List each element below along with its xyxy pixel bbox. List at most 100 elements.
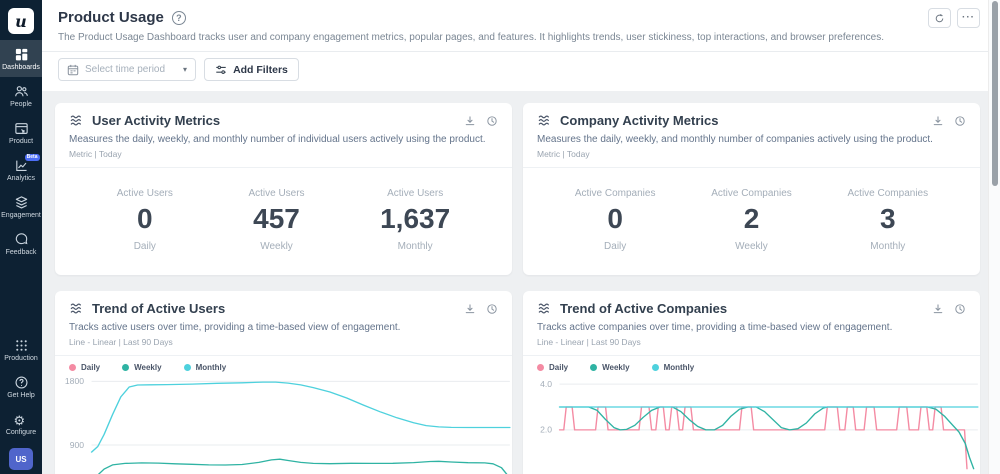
legend-item-monthly[interactable]: Monthly [652,363,695,372]
sidebar-item-label: Analytics [7,175,35,182]
legend-item-weekly[interactable]: Weekly [590,363,629,372]
report-waves-icon [537,301,552,316]
download-icon[interactable] [464,115,476,127]
app-root: u Dashboards People Product Beta Anal [0,0,1000,474]
card-title: Company Activity Metrics [560,113,718,128]
sidebar-item-people[interactable]: People [0,77,42,114]
time-period-placeholder: Select time period [85,64,165,75]
card-meta: Line - Linear | Last 90 Days [69,337,498,355]
sidebar-item-dashboards[interactable]: Dashboards [0,40,42,77]
userpilot-logo[interactable]: u [8,8,34,34]
sidebar-item-analytics[interactable]: Beta Analytics [0,151,42,188]
metric-label: Active Companies [848,188,929,199]
metrics-row: Active Companies 0 Daily Active Companie… [523,168,980,262]
sidebar-item-label: People [10,101,32,108]
metric-value: 457 [248,204,304,235]
analytics-icon: Beta [14,158,29,173]
ellipsis-icon: ··· [962,13,975,23]
svg-text:4.0: 4.0 [540,379,552,389]
metric-weekly: Active Users 457 Weekly [248,188,304,252]
svg-text:2.0: 2.0 [540,425,552,435]
download-icon[interactable] [932,303,944,315]
sidebar-item-label: Engagement [1,212,41,219]
card-meta: Metric | Today [537,149,966,167]
legend-label: Monthly [664,363,695,372]
legend-item-daily[interactable]: Daily [537,363,568,372]
sidebar-item-label: Configure [6,429,36,436]
card-description: Measures the daily, weekly, and monthly … [69,134,498,145]
metric-period: Monthly [380,241,450,252]
page-header: Product Usage ? The Product Usage Dashbo… [42,0,1000,52]
sidebar-item-label: Feedback [6,249,37,256]
refresh-icon [934,13,945,24]
sidebar-item-production[interactable]: Production [0,331,42,368]
header-actions: ··· [928,8,980,28]
line-chart-active-companies[interactable]: 4.0 2.0 [523,375,980,474]
time-period-select[interactable]: Select time period ▾ [58,58,196,81]
history-clock-icon[interactable] [954,115,966,127]
refresh-button[interactable] [928,8,951,28]
metric-daily: Active Users 0 Daily [117,188,173,252]
line-chart-active-users[interactable]: 1800900 [55,375,512,474]
sidebar-item-product[interactable]: Product [0,114,42,151]
svg-text:1800: 1800 [65,376,85,386]
metric-period: Weekly [711,241,792,252]
engagement-layers-icon [14,195,29,210]
legend-label: Monthly [196,363,227,372]
calendar-icon [67,64,79,76]
sidebar-bottom: Production Get Help ⚙ Configure US [0,331,42,474]
sidebar-item-feedback[interactable]: Feedback [0,225,42,262]
metric-monthly: Active Companies 3 Monthly [848,188,929,252]
history-clock-icon[interactable] [954,303,966,315]
chart-legend: Daily Weekly Monthly [523,356,980,375]
legend-item-weekly[interactable]: Weekly [122,363,161,372]
sidebar-item-label: Product [9,138,33,145]
metric-value: 0 [575,204,656,235]
report-waves-icon [69,113,84,128]
card-meta: Line - Linear | Last 90 Days [537,337,966,355]
metric-label: Active Users [380,188,450,199]
scrollbar-thumb[interactable] [992,1,998,186]
metric-period: Daily [575,241,656,252]
sidebar-item-get-help[interactable]: Get Help [0,368,42,405]
page-title: Product Usage [58,9,164,26]
metric-daily: Active Companies 0 Daily [575,188,656,252]
product-icon [14,121,29,136]
sidebar-item-configure[interactable]: ⚙ Configure [0,405,42,442]
metric-monthly: Active Users 1,637 Monthly [380,188,450,252]
help-icon[interactable]: ? [172,11,186,25]
legend-item-monthly[interactable]: Monthly [184,363,227,372]
add-filters-button[interactable]: Add Filters [204,58,299,81]
history-clock-icon[interactable] [486,115,498,127]
download-icon[interactable] [464,303,476,315]
report-waves-icon [537,113,552,128]
card-meta: Metric | Today [69,149,498,167]
user-avatar[interactable]: US [9,448,33,470]
metric-label: Active Users [248,188,304,199]
legend-dot [69,364,76,371]
legend-dot [537,364,544,371]
vertical-scrollbar[interactable] [988,0,1000,474]
help-circle-icon [14,375,29,390]
sidebar-item-label: Get Help [7,392,35,399]
legend-label: Daily [81,363,100,372]
grid-dots-icon [14,338,29,353]
more-options-button[interactable]: ··· [957,8,980,28]
card-description: Measures the daily, weekly, and monthly … [537,134,966,145]
metric-period: Monthly [848,241,929,252]
legend-item-daily[interactable]: Daily [69,363,100,372]
sidebar-item-engagement[interactable]: Engagement [0,188,42,225]
card-trend-active-users: Trend of Active Users Tracks active user… [55,291,512,474]
legend-dot [590,364,597,371]
legend-dot [122,364,129,371]
legend-dot [184,364,191,371]
metric-weekly: Active Companies 2 Weekly [711,188,792,252]
chart-legend: Daily Weekly Monthly [55,356,512,375]
filter-toolbar: Select time period ▾ Add Filters [42,52,1000,91]
download-icon[interactable] [932,115,944,127]
history-clock-icon[interactable] [486,303,498,315]
metric-label: Active Companies [575,188,656,199]
filter-sliders-icon [215,64,227,76]
feedback-bubble-icon [14,232,29,247]
card-title: Trend of Active Users [92,301,225,316]
